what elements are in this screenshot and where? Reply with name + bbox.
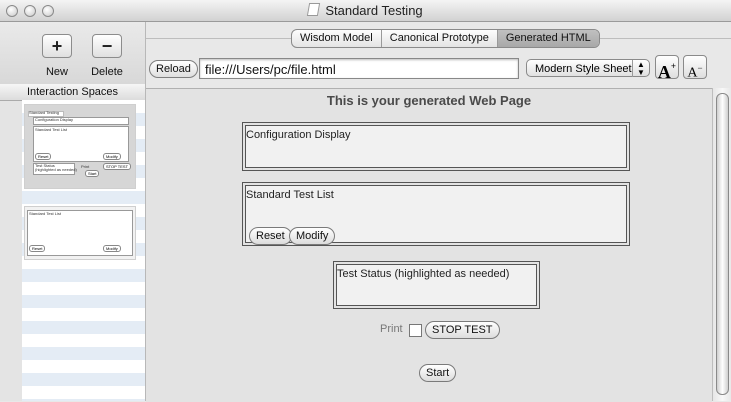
thumb-stop: STOP TEST bbox=[103, 163, 132, 170]
standard-test-list-box: Standard Test List Reset Modify bbox=[242, 182, 630, 246]
tab-wisdom-model[interactable]: Wisdom Model bbox=[292, 30, 382, 47]
document-icon bbox=[307, 3, 321, 16]
interaction-space-thumb-1[interactable]: Standard Testing Configuration Display S… bbox=[24, 104, 136, 189]
stop-test-button[interactable]: STOP TEST bbox=[425, 321, 500, 339]
font-larger-glyph: A bbox=[657, 62, 671, 82]
window-title-text: Standard Testing bbox=[325, 3, 423, 18]
configuration-display-label: Configuration Display bbox=[246, 129, 351, 141]
url-field[interactable]: file:///Users/pc/file.html bbox=[199, 58, 519, 79]
interaction-space-thumb-2[interactable]: Standard Test List Reset Modify bbox=[24, 206, 136, 260]
print-checkbox[interactable] bbox=[409, 324, 422, 337]
tab-generated-html[interactable]: Generated HTML bbox=[497, 30, 599, 47]
thumb-start: Start bbox=[85, 170, 100, 177]
sidebar-header: Interaction Spaces bbox=[0, 84, 145, 101]
interaction-spaces-sidebar: Interaction Spaces Standard Testing Conf… bbox=[0, 84, 146, 401]
font-smaller-button[interactable]: A− bbox=[683, 55, 707, 81]
tab-canonical-prototype[interactable]: Canonical Prototype bbox=[382, 30, 498, 47]
scrollbar-thumb[interactable] bbox=[716, 93, 729, 395]
thumb2-list-label: Standard Test List bbox=[29, 211, 61, 216]
test-status-box: Test Status (highlighted as needed) bbox=[333, 261, 540, 309]
window-title: Standard Testing bbox=[0, 3, 731, 18]
delete-button[interactable]: − bbox=[92, 34, 122, 58]
web-page-view[interactable]: This is your generated Web Page Configur… bbox=[146, 88, 712, 402]
thumb2-modify: Modify bbox=[103, 245, 121, 252]
reset-button[interactable]: Reset bbox=[249, 227, 292, 245]
thumb-modify: Modify bbox=[103, 153, 121, 160]
print-label: Print bbox=[380, 323, 403, 335]
reload-button[interactable]: Reload bbox=[149, 60, 198, 78]
updown-arrows-icon: ▲ ▼ bbox=[632, 60, 649, 77]
thumb-list-label: Standard Test List bbox=[35, 127, 67, 132]
thumb-reset: Reset bbox=[35, 153, 52, 160]
left-toolbar: + − New Delete bbox=[0, 22, 146, 84]
test-status-label: Test Status (highlighted as needed) bbox=[337, 268, 510, 280]
thumb-config-label: Configuration Display bbox=[35, 117, 74, 122]
modify-button[interactable]: Modify bbox=[289, 227, 336, 245]
thumb-status-sub: (highlighted as needed) bbox=[35, 167, 77, 172]
font-larger-button[interactable]: A+ bbox=[655, 55, 679, 82]
delete-label: Delete bbox=[91, 66, 123, 78]
page-heading: This is your generated Web Page bbox=[326, 93, 532, 108]
view-tabs: Wisdom Model Canonical Prototype Generat… bbox=[291, 29, 600, 48]
start-button[interactable]: Start bbox=[419, 364, 457, 382]
new-button[interactable]: + bbox=[42, 34, 72, 58]
stylesheet-selected-value: Modern Style Sheet bbox=[535, 63, 632, 75]
font-smaller-sup: − bbox=[697, 63, 703, 73]
configuration-display-box: Configuration Display bbox=[242, 122, 630, 171]
font-smaller-glyph: A bbox=[687, 65, 698, 81]
window-titlebar: Standard Testing bbox=[0, 0, 731, 22]
font-larger-sup: + bbox=[670, 61, 677, 71]
standard-test-list-label: Standard Test List bbox=[246, 189, 334, 201]
thumb2-reset: Reset bbox=[29, 245, 46, 252]
thumb-print-label: Print bbox=[81, 164, 90, 169]
thumb-tab-label: Standard Testing bbox=[29, 110, 59, 115]
vertical-scrollbar[interactable] bbox=[712, 88, 731, 401]
browser-navbar: Reload file:///Users/pc/file.html Modern… bbox=[146, 52, 731, 86]
stylesheet-select[interactable]: Modern Style Sheet ▲ ▼ bbox=[526, 59, 650, 77]
